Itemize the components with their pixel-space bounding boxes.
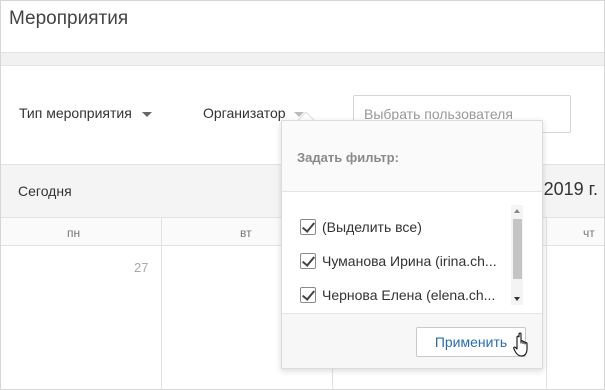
weekday-tue: вт (240, 226, 252, 240)
toolbar-strip (1, 53, 604, 66)
title-bar: Мероприятия (1, 1, 604, 53)
dropdown-footer: Применить (282, 313, 542, 368)
apply-button[interactable]: Применить (416, 327, 526, 357)
chevron-down-icon (141, 111, 152, 117)
scroll-up-icon[interactable] (514, 209, 520, 213)
today-button[interactable]: Сегодня (18, 183, 72, 199)
period-label: 2019 г. (543, 179, 598, 199)
option-label: Чернова Елена (elena.ch... (322, 287, 496, 303)
event-type-filter-label: Тип мероприятия (19, 105, 132, 121)
weekday-mon: пн (67, 226, 81, 240)
scroll-down-icon[interactable] (514, 297, 520, 301)
option-select-all[interactable]: (Выделить все) (300, 215, 422, 239)
event-type-filter[interactable]: Тип мероприятия (19, 105, 152, 121)
option-label: Чуманова Ирина (irina.ch... (322, 253, 497, 269)
page-title: Мероприятия (9, 8, 129, 29)
checkmark-icon[interactable] (300, 287, 316, 303)
organizer-filter[interactable]: Организатор (203, 105, 304, 121)
column-divider (546, 218, 547, 390)
organizer-filter-label: Организатор (203, 105, 286, 121)
checkmark-icon[interactable] (300, 253, 316, 269)
option-user[interactable]: Чуманова Ирина (irina.ch... (300, 249, 497, 273)
option-label: (Выделить все) (322, 219, 422, 235)
calendar-cell-date: 27 (134, 260, 149, 275)
dropdown-header: Задать фильтр: (282, 121, 542, 192)
column-divider (161, 218, 162, 390)
organizer-filter-dropdown: Задать фильтр: (Выделить все) Чуманова И… (281, 120, 543, 369)
hand-cursor-icon (513, 332, 528, 357)
dropdown-title: Задать фильтр: (297, 150, 399, 165)
scrollbar-thumb[interactable] (513, 219, 522, 279)
options-scrollbar[interactable] (511, 205, 523, 305)
checkmark-icon[interactable] (300, 219, 316, 235)
option-user[interactable]: Чернова Елена (elena.ch... (300, 283, 495, 307)
weekday-thu: чт (583, 226, 595, 240)
